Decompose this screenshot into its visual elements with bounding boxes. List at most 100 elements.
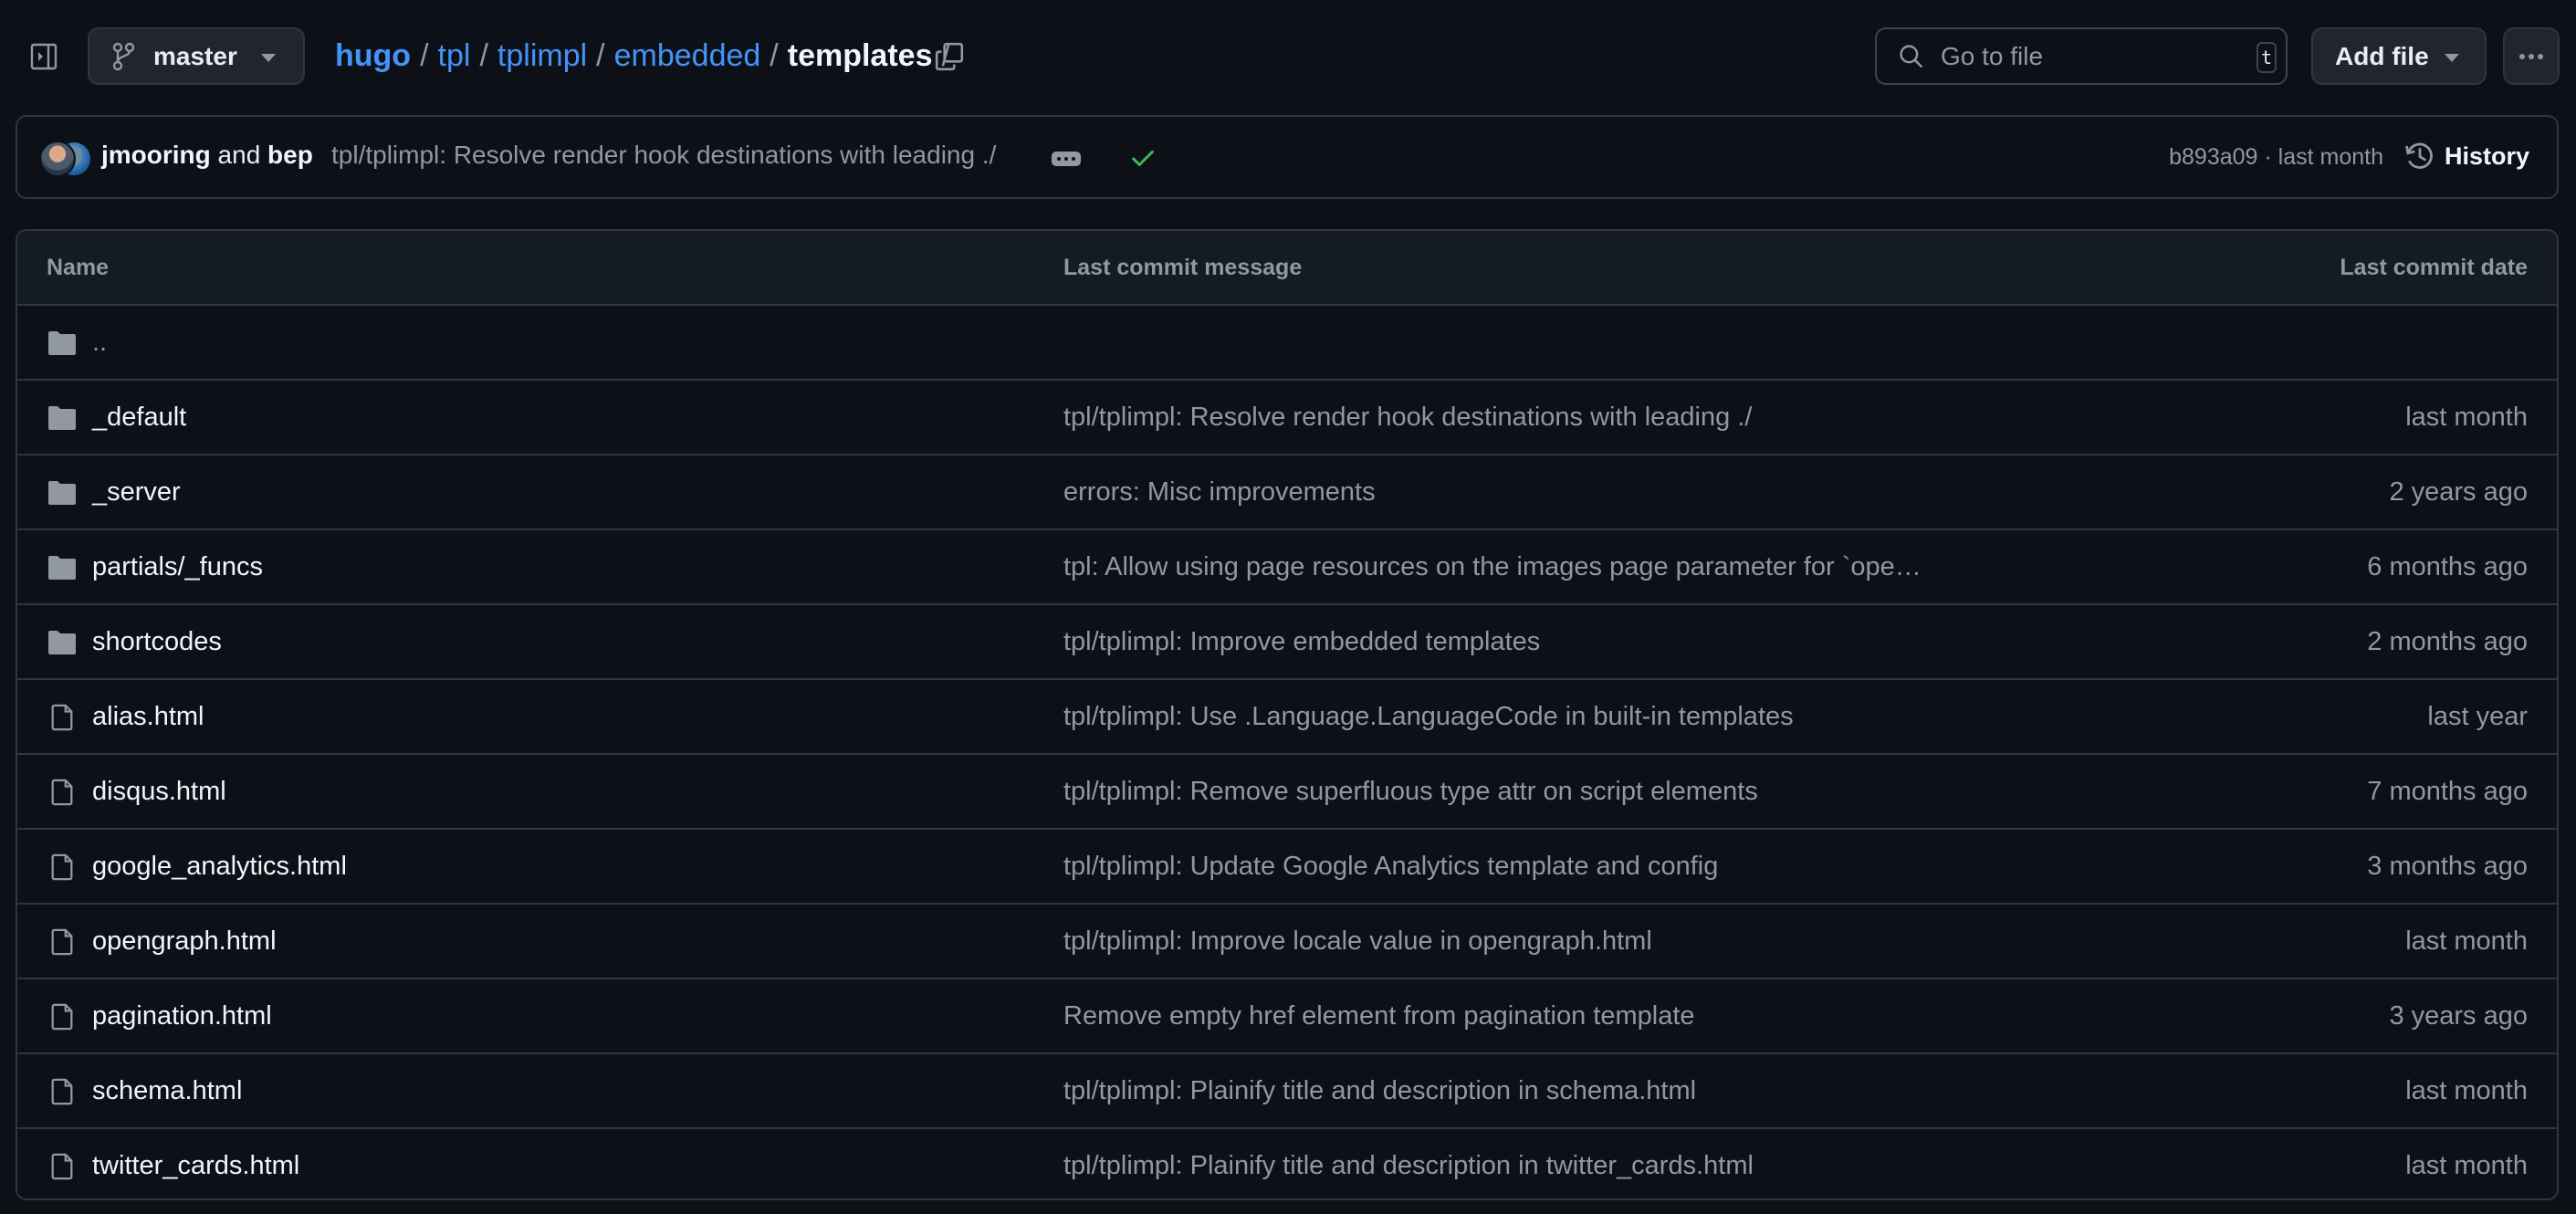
folder-icon: [48, 481, 76, 505]
parent-directory-row[interactable]: ..: [17, 306, 2557, 381]
item-name-link[interactable]: schema.html: [92, 1076, 242, 1106]
table-header: Name Last commit message Last commit dat…: [17, 231, 2557, 306]
breadcrumb-separator: /: [596, 37, 605, 73]
commit-date: 3 months ago: [2367, 852, 2528, 881]
commit-message-link[interactable]: tpl: Allow using page resources on the i…: [1063, 552, 1922, 582]
branch-name: master: [153, 41, 237, 70]
folder-row[interactable]: shortcodes tpl/tplimpl: Improve embedded …: [17, 605, 2557, 680]
item-name-link[interactable]: google_analytics.html: [92, 852, 347, 882]
commit-authors: jmooring and bep: [101, 141, 313, 170]
column-header-name: Name: [47, 255, 110, 280]
parent-directory-link[interactable]: ..: [92, 328, 107, 358]
commit-date: last month: [2405, 926, 2528, 956]
copy-path-button[interactable]: [929, 38, 969, 75]
avatar-jmooring[interactable]: [39, 141, 76, 177]
breadcrumb-item-tplimpl[interactable]: tplimpl: [497, 38, 587, 74]
commit-message-link[interactable]: tpl/tplimpl: Use .Language.LanguageCode …: [1063, 702, 1794, 732]
file-icon: [51, 928, 73, 956]
item-name-link[interactable]: _server: [92, 477, 181, 508]
item-name-link[interactable]: pagination.html: [92, 1001, 272, 1031]
item-name-link[interactable]: _default: [92, 403, 186, 433]
column-header-message: Last commit message: [1063, 255, 1303, 280]
latest-commit-bar: jmooring and bep tpl/tplimpl: Resolve re…: [16, 115, 2559, 199]
author-link[interactable]: jmooring: [101, 141, 211, 169]
kebab-horizontal-icon: [2519, 53, 2543, 59]
item-name-link[interactable]: twitter_cards.html: [92, 1151, 299, 1181]
commit-date: last month: [2405, 1076, 2528, 1105]
folder-row[interactable]: partials/_funcs tpl: Allow using page res…: [17, 530, 2557, 605]
keyboard-shortcut-hint: t: [2257, 42, 2277, 73]
file-icon: [51, 779, 73, 806]
commit-message-link[interactable]: errors: Misc improvements: [1063, 477, 1376, 508]
item-name-link[interactable]: shortcodes: [92, 627, 222, 657]
column-header-date: Last commit date: [2340, 255, 2528, 280]
breadcrumb-separator: /: [770, 37, 779, 73]
commit-date: last month: [2405, 1151, 2528, 1180]
breadcrumb-separator: /: [479, 37, 488, 73]
history-button[interactable]: History: [2404, 141, 2529, 172]
dot-icon: [1072, 157, 1075, 161]
item-name-link[interactable]: opengraph.html: [92, 926, 277, 957]
folder-row[interactable]: _default tpl/tplimpl: Resolve render hook…: [17, 381, 2557, 455]
commit-avatars: [39, 141, 94, 177]
caret-down-icon: [2445, 54, 2459, 62]
file-row[interactable]: opengraph.html tpl/tplimpl: Improve local…: [17, 905, 2557, 979]
commit-message-link[interactable]: Remove empty href element from paginatio…: [1063, 1001, 1695, 1031]
folder-icon: [48, 631, 76, 654]
folder-icon: [48, 556, 76, 580]
commit-sha-and-time[interactable]: b893a09 · last month: [2169, 144, 2383, 171]
file-row[interactable]: disqus.html tpl/tplimpl: Remove superfluo…: [17, 755, 2557, 830]
file-row[interactable]: pagination.html Remove empty href element…: [17, 979, 2557, 1054]
file-icon: [51, 704, 73, 731]
author-link[interactable]: bep: [267, 141, 313, 169]
commit-message-link[interactable]: tpl/tplimpl: Remove superfluous type att…: [1063, 777, 1758, 807]
commit-date: 2 months ago: [2367, 627, 2528, 656]
commit-date: 7 months ago: [2367, 777, 2528, 806]
commit-message-link[interactable]: tpl/tplimpl: Plainify title and descript…: [1063, 1151, 1754, 1181]
commit-message-link[interactable]: tpl/tplimpl: Resolve render hook destina…: [1063, 403, 1752, 433]
caret-down-icon: [261, 54, 276, 62]
file-row[interactable]: schema.html tpl/tplimpl: Plainify title a…: [17, 1054, 2557, 1129]
file-row[interactable]: google_analytics.html tpl/tplimpl: Update…: [17, 830, 2557, 905]
commit-message-link[interactable]: tpl/tplimpl: Plainify title and descript…: [1063, 1076, 1696, 1106]
commit-message-link[interactable]: tpl/tplimpl: Improve locale value in ope…: [1063, 926, 1652, 957]
breadcrumb-item-tpl[interactable]: tpl: [438, 38, 471, 74]
search-icon: [1900, 44, 1923, 68]
add-file-label: Add file: [2335, 41, 2429, 70]
latest-commit-message[interactable]: tpl/tplimpl: Resolve render hook destina…: [331, 141, 996, 170]
search-placeholder: Go to file: [1941, 41, 2044, 70]
branch-select-button[interactable]: master: [88, 27, 305, 85]
dot-icon: [1064, 157, 1068, 161]
folder-row[interactable]: _server errors: Misc improvements 2 years …: [17, 455, 2557, 530]
breadcrumb-item-hugo[interactable]: hugo: [335, 38, 411, 74]
commit-date: last year: [2427, 702, 2528, 731]
git-branch-icon: [112, 42, 135, 70]
item-name-link[interactable]: disqus.html: [92, 777, 226, 807]
go-to-file-input[interactable]: Go to file t: [1875, 27, 2288, 85]
check-status-icon[interactable]: [1129, 144, 1157, 172]
file-row[interactable]: twitter_cards.html tpl/tplimpl: Plainify …: [17, 1129, 2557, 1198]
sidebar-expand-icon: [30, 43, 58, 70]
item-name-link[interactable]: partials/_funcs: [92, 552, 263, 582]
commit-date: 2 years ago: [2389, 477, 2528, 507]
expand-commit-message-button[interactable]: [1052, 152, 1081, 166]
file-icon: [51, 1153, 73, 1180]
more-options-button[interactable]: [2503, 27, 2560, 85]
dot-icon: [1057, 157, 1061, 161]
commit-message-link[interactable]: tpl/tplimpl: Update Google Analytics tem…: [1063, 852, 1718, 882]
sidebar-toggle-button[interactable]: [27, 40, 60, 73]
commit-message-link[interactable]: tpl/tplimpl: Improve embedded templates: [1063, 627, 1540, 657]
copy-icon: [935, 42, 964, 71]
breadcrumb: hugo / tpl / tplimpl / embedded / templa…: [335, 33, 959, 78]
item-name-link[interactable]: alias.html: [92, 702, 204, 732]
folder-icon: [48, 331, 76, 355]
file-icon: [51, 1003, 73, 1031]
file-row[interactable]: alias.html tpl/tplimpl: Use .Language.Lan…: [17, 680, 2557, 755]
author-conjunction: and: [217, 141, 261, 169]
file-table: Name Last commit message Last commit dat…: [16, 229, 2559, 1200]
breadcrumb-item-embedded[interactable]: embedded: [614, 38, 761, 74]
commit-date: last month: [2405, 403, 2528, 432]
commit-date: 3 years ago: [2389, 1001, 2528, 1031]
add-file-button[interactable]: Add file: [2311, 27, 2487, 85]
breadcrumb-separator: /: [420, 37, 429, 73]
